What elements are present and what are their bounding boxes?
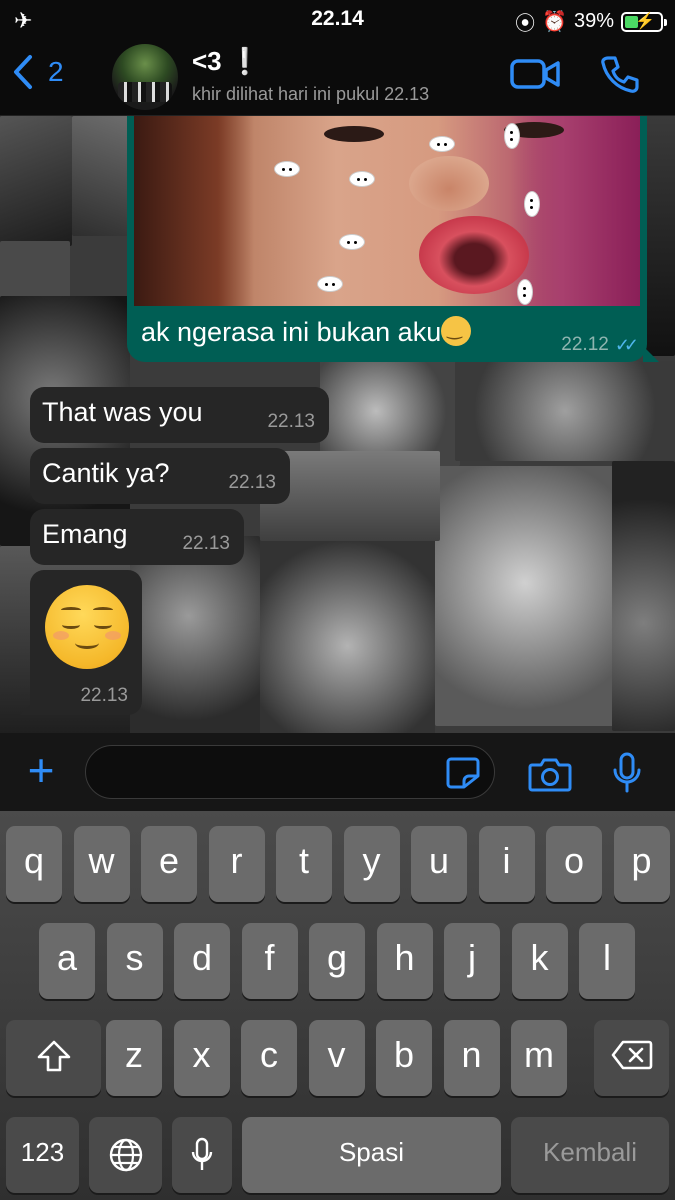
key-h[interactable]: h [376,923,433,999]
message-input[interactable] [85,745,495,799]
key-c[interactable]: c [241,1020,297,1096]
key-p[interactable]: p [613,826,670,902]
key-r[interactable]: r [208,826,265,902]
alarm-icon: ⏰ [542,11,567,33]
key-s[interactable]: s [106,923,163,999]
key-e[interactable]: e [141,826,197,902]
lock-rotation-icon: ⦿ [515,13,536,35]
camera-icon[interactable] [528,756,572,792]
message-time: 22.13 [182,533,230,554]
unread-count: 2 [48,56,64,87]
avatar[interactable] [112,44,178,110]
message-time: 22.13 [228,472,276,493]
status-right: ⦿ ⏰ 39% ⚡ [515,7,667,36]
key-y[interactable]: y [343,826,400,902]
incoming-message-text: Cantik ya? [42,458,170,488]
key-g[interactable]: g [309,923,365,999]
chevron-left-icon [14,55,32,89]
key-i[interactable]: i [478,826,535,902]
message-meta: 22.12 ✓✓ [561,334,639,356]
contact-name[interactable]: <3 ❕ [192,46,261,77]
incoming-message-text: That was you [42,397,203,427]
key-x[interactable]: x [173,1020,230,1096]
key-f[interactable]: f [241,923,298,999]
key-z[interactable]: z [106,1020,162,1096]
shift-arrow-icon [37,1040,70,1072]
key-d[interactable]: d [174,923,230,999]
smiling-face-emoji [441,316,472,346]
key-n[interactable]: n [443,1020,500,1096]
key-o[interactable]: o [546,826,602,902]
message-time: 22.13 [80,685,128,706]
incoming-message-bubble[interactable]: That was you 22.13 [30,387,329,443]
microphone-icon [191,1137,213,1170]
attach-plus-icon[interactable]: + [20,747,62,793]
key-q[interactable]: q [6,826,62,902]
space-key[interactable]: Spasi [242,1117,501,1193]
message-time: 22.13 [267,411,315,432]
battery-percent: 39% [573,10,614,32]
phone-call-icon[interactable] [600,54,640,94]
shared-photo[interactable] [134,116,640,306]
incoming-message-bubble[interactable]: Emang 22.13 [30,509,244,565]
last-seen-status: khir dilihat hari ini pukul 22.13 [192,84,430,104]
key-m[interactable]: m [511,1020,567,1096]
message-time: 22.12 [561,334,609,355]
key-v[interactable]: v [308,1020,365,1096]
microphone-icon[interactable] [610,752,644,794]
return-key[interactable]: Kembali [511,1117,669,1193]
key-b[interactable]: b [376,1020,432,1096]
status-bar: ✈ 22.14 ⦿ ⏰ 39% ⚡ [0,0,675,40]
incoming-message-bubble[interactable]: Cantik ya? 22.13 [30,448,290,504]
key-w[interactable]: w [73,826,130,902]
keyboard: 123 Spasi Kembali qwertyuiop asdfghjkl zxc… [0,811,675,1200]
key-l[interactable]: l [579,923,635,999]
outgoing-message-text: ak ngerasa ini bukan aku [141,316,472,348]
relieved-face-emoji [45,585,129,669]
message-input-bar: + [0,733,675,811]
key-u[interactable]: u [411,826,467,902]
globe-icon [109,1138,142,1172]
key-t[interactable]: t [276,826,332,902]
key-a[interactable]: a [39,923,95,999]
key-k[interactable]: k [511,923,568,999]
dictation-key[interactable] [172,1117,232,1193]
video-call-icon[interactable] [510,58,560,90]
shift-key[interactable] [6,1020,101,1096]
back-button[interactable]: 2 [12,54,64,90]
outgoing-message-bubble[interactable]: ak ngerasa ini bukan aku 22.12 ✓✓ [127,116,659,362]
battery-icon: ⚡ [621,11,667,32]
backspace-icon [611,1040,652,1070]
incoming-message-text: Emang [42,519,128,549]
key-j[interactable]: j [444,923,500,999]
numbers-key[interactable]: 123 [6,1117,79,1193]
globe-key[interactable] [89,1117,162,1193]
sticker-icon[interactable] [445,756,481,790]
read-receipt-icon: ✓✓ [614,334,639,355]
chat-header: 2 <3 ❕ khir dilihat hari ini pukul 22.13 [0,40,675,116]
incoming-emoji-bubble[interactable]: 22.13 [20,570,142,715]
delete-key[interactable] [594,1020,669,1096]
